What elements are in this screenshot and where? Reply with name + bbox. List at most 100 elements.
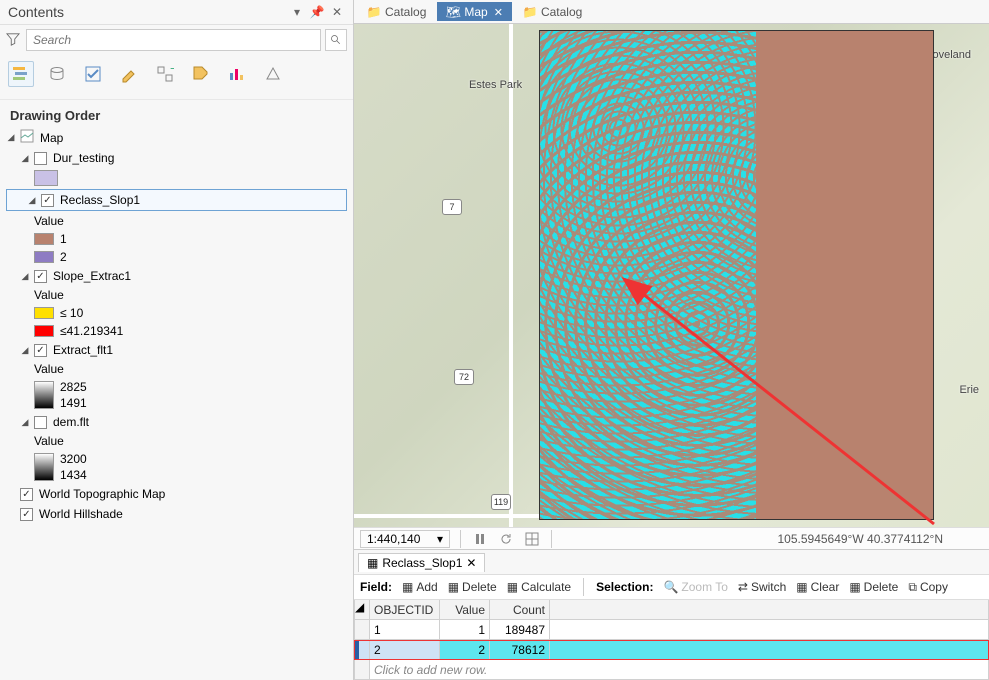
value-heading: Value <box>0 286 353 304</box>
collapse-icon[interactable]: ◢ <box>20 271 30 281</box>
value-heading: Value <box>0 432 353 450</box>
list-by-selection-button[interactable] <box>80 61 106 87</box>
symbol-swatch <box>34 251 54 263</box>
table-row-selected[interactable]: 2 2 78612 <box>354 640 989 660</box>
col-objectid[interactable]: OBJECTID <box>370 600 440 620</box>
layer-label: Extract_flt1 <box>51 342 115 358</box>
visibility-checkbox[interactable] <box>34 152 47 165</box>
list-by-perspective-button[interactable] <box>260 61 286 87</box>
col-value[interactable]: Value <box>440 600 490 620</box>
scale-selector[interactable]: 1:440,140 ▾ <box>360 530 450 548</box>
contents-pane: Contents ▾ 📌 ✕ ＋ Drawing Order ◢ Map ◢ <box>0 0 354 680</box>
close-icon[interactable]: ✕ <box>494 6 503 19</box>
tab-catalog-1[interactable]: 📁 Catalog <box>358 2 435 21</box>
layer-label: Dur_testing <box>51 150 116 166</box>
list-by-drawing-order-button[interactable] <box>8 61 34 87</box>
list-by-chart-button[interactable] <box>224 61 250 87</box>
cell-oid: 1 <box>370 620 440 640</box>
cell-count: 189487 <box>490 620 550 640</box>
delete-icon: ▦ <box>849 580 860 594</box>
delete-field-button[interactable]: ▦Delete <box>448 580 497 594</box>
pin-icon[interactable]: 📌 <box>309 4 325 20</box>
attr-tab-reclass[interactable]: ▦ Reclass_Slop1 ✕ <box>358 553 485 572</box>
map-canvas[interactable]: Estes Park Big-Thompson Canyon Loveland … <box>354 24 989 527</box>
visibility-checkbox[interactable] <box>20 488 33 501</box>
layer-reclass[interactable]: ◢ Reclass_Slop1 <box>6 189 347 211</box>
row-header[interactable] <box>354 660 370 680</box>
attr-toolbar: Field: ▦Add ▦Delete ▦Calculate Selection… <box>354 574 989 600</box>
copy-selection-button[interactable]: ⧉Copy <box>908 580 948 595</box>
row-header[interactable] <box>354 620 370 640</box>
layer-extract[interactable]: ◢ Extract_flt1 <box>0 340 353 360</box>
visibility-checkbox[interactable] <box>34 416 47 429</box>
attribute-grid: ◢ OBJECTID Value Count 1 1 189487 2 2 78… <box>354 600 989 680</box>
layer-label: World Topographic Map <box>37 486 167 502</box>
close-icon[interactable]: ✕ <box>329 4 345 20</box>
route-72-shield: 72 <box>454 369 474 385</box>
raster-flat <box>756 31 933 519</box>
close-icon[interactable]: ✕ <box>466 556 476 570</box>
stretch-extract[interactable]: 2825 1491 <box>0 378 353 412</box>
clear-selection-button[interactable]: ▦Clear <box>796 580 839 594</box>
table-new-row[interactable]: Click to add new row. <box>354 660 989 680</box>
tab-catalog-2[interactable]: 📁 Catalog <box>514 2 591 21</box>
stretch-dem[interactable]: 3200 1434 <box>0 450 353 484</box>
dropdown-icon[interactable]: ▾ <box>289 4 305 20</box>
snap-grid-button[interactable] <box>523 530 541 548</box>
table-row[interactable]: 1 1 189487 <box>354 620 989 640</box>
class-2[interactable]: 2 <box>0 248 353 266</box>
visibility-checkbox[interactable] <box>41 194 54 207</box>
layer-label: Slope_Extrac1 <box>51 268 133 284</box>
class-1[interactable]: 1 <box>0 230 353 248</box>
calculate-button[interactable]: ▦Calculate <box>507 580 571 594</box>
map-status-bar: 1:440,140 ▾ 105.5945649°W 40.3774112°N <box>354 527 989 549</box>
delete-selection-button[interactable]: ▦Delete <box>849 580 898 594</box>
value-heading: Value <box>0 212 353 230</box>
list-by-source-button[interactable] <box>44 61 70 87</box>
visibility-checkbox[interactable] <box>20 508 33 521</box>
switch-selection-button[interactable]: ⇄Switch <box>738 580 786 594</box>
table-icon: ▦ <box>367 556 378 570</box>
cell-value: 1 <box>440 620 490 640</box>
layer-dur-testing[interactable]: ◢ Dur_testing <box>0 148 353 168</box>
attr-tabstrip: ▦ Reclass_Slop1 ✕ <box>354 550 989 574</box>
filter-icon[interactable] <box>6 32 22 48</box>
gradient-swatch <box>34 381 54 409</box>
symbol-dur-testing[interactable] <box>0 168 353 188</box>
collapse-icon[interactable]: ◢ <box>20 345 30 355</box>
contents-title: Contents <box>8 4 285 20</box>
add-field-button[interactable]: ▦Add <box>402 580 438 594</box>
list-by-snapping-button[interactable]: ＋ <box>152 61 178 87</box>
route-7-shield: 7 <box>442 199 462 215</box>
list-by-labeling-button[interactable] <box>188 61 214 87</box>
layer-hillshade[interactable]: World Hillshade <box>0 504 353 524</box>
layer-slope[interactable]: ◢ Slope_Extrac1 <box>0 266 353 286</box>
layer-dem[interactable]: ◢ dem.flt <box>0 412 353 432</box>
row-header-corner[interactable]: ◢ <box>354 600 370 620</box>
symbol-swatch <box>34 170 58 186</box>
field-label: Field: <box>360 580 392 594</box>
visibility-checkbox[interactable] <box>34 344 47 357</box>
chevron-down-icon: ▾ <box>437 532 443 546</box>
search-input[interactable] <box>26 29 321 51</box>
visibility-checkbox[interactable] <box>34 270 47 283</box>
map-node[interactable]: ◢ Map <box>0 127 353 148</box>
symbol-swatch <box>34 325 54 337</box>
collapse-icon[interactable]: ◢ <box>27 195 37 205</box>
collapse-icon[interactable]: ◢ <box>20 153 30 163</box>
collapse-icon[interactable]: ◢ <box>20 417 30 427</box>
map-icon <box>20 129 34 146</box>
collapse-icon[interactable]: ◢ <box>6 133 16 143</box>
pause-drawing-button[interactable] <box>471 530 489 548</box>
refresh-button[interactable] <box>497 530 515 548</box>
search-button[interactable] <box>325 29 347 51</box>
symbol-swatch <box>34 233 54 245</box>
tab-map[interactable]: 🗺 Map ✕ <box>437 2 512 21</box>
list-by-editing-button[interactable] <box>116 61 142 87</box>
class-le10[interactable]: ≤ 10 <box>0 304 353 322</box>
zoom-to-button: 🔍Zoom To <box>663 580 727 594</box>
row-header[interactable] <box>354 640 370 660</box>
layer-topo[interactable]: World Topographic Map <box>0 484 353 504</box>
class-le41[interactable]: ≤41.219341 <box>0 322 353 340</box>
col-count[interactable]: Count <box>490 600 550 620</box>
